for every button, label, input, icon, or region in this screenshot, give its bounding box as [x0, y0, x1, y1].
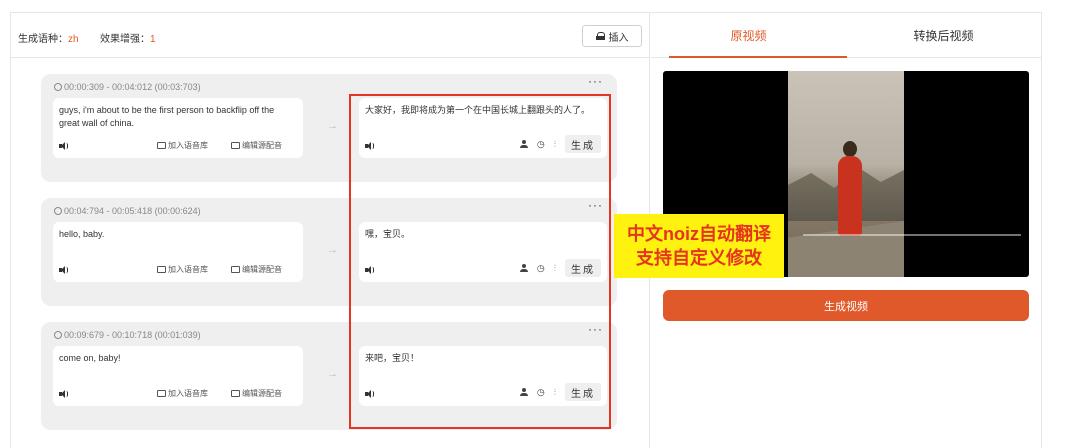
add-voice-library-button[interactable]: 加入语音库 [157, 264, 208, 275]
edit-dub-icon [231, 266, 240, 273]
voice-library-icon [157, 142, 166, 149]
editor-toolbar: 生成语种：zh 效果增强：1 插入 [10, 12, 650, 58]
source-text[interactable]: guys, i'm about to be the first person t… [59, 104, 295, 130]
edit-source-dub-label: 编辑源配音 [242, 265, 282, 274]
clock-icon [54, 331, 62, 339]
edit-dub-icon [231, 390, 240, 397]
annotation-callout: 中文noiz自动翻译 支持自定义修改 [614, 214, 784, 278]
enhance-value[interactable]: 1 [150, 34, 156, 45]
segment-time-text: 00:04:794 - 00:05:418 (00:00:624) [64, 206, 201, 216]
add-voice-library-button[interactable]: 加入语音库 [157, 388, 208, 399]
segment-time-text: 00:00:309 - 00:04:012 (00:03:703) [64, 82, 201, 92]
add-voice-library-label: 加入语音库 [168, 389, 208, 398]
enhance-setting: 效果增强：1 [100, 30, 156, 45]
person-figure [838, 156, 862, 236]
tab-original-video[interactable]: 原视频 [651, 12, 846, 58]
play-source-audio-icon[interactable] [59, 142, 69, 150]
source-text[interactable]: come on, baby! [59, 352, 295, 365]
video-progress-bar[interactable] [803, 234, 1021, 236]
clock-icon [54, 207, 62, 215]
insert-icon [595, 32, 606, 40]
segment-time: 00:09:679 - 00:10:718 (00:01:039) [54, 330, 201, 340]
voice-library-icon [157, 390, 166, 397]
add-voice-library-label: 加入语音库 [168, 265, 208, 274]
callout-line-2: 支持自定义修改 [636, 248, 762, 268]
segment-time-text: 00:09:679 - 00:10:718 (00:01:039) [64, 330, 201, 340]
callout-line-1: 中文noiz自动翻译 [627, 224, 771, 244]
insert-button[interactable]: 插入 [582, 25, 642, 47]
source-text-card: hello, baby. 加入语音库 编辑源配音 [53, 222, 303, 282]
language-value[interactable]: zh [68, 34, 79, 45]
segment-time: 00:04:794 - 00:05:418 (00:00:624) [54, 206, 201, 216]
edit-source-dub-button[interactable]: 编辑源配音 [231, 140, 282, 151]
clock-icon [54, 83, 62, 91]
tab-converted-video[interactable]: 转换后视频 [846, 12, 1041, 58]
source-text-card: guys, i'm about to be the first person t… [53, 98, 303, 158]
add-voice-library-label: 加入语音库 [168, 141, 208, 150]
translation-highlight-box [349, 94, 611, 429]
edit-source-dub-button[interactable]: 编辑源配音 [231, 264, 282, 275]
add-voice-library-button[interactable]: 加入语音库 [157, 140, 208, 151]
source-text[interactable]: hello, baby. [59, 228, 295, 241]
arrow-right-icon: → [327, 120, 338, 132]
language-setting: 生成语种：zh [18, 30, 79, 45]
source-text-card: come on, baby! 加入语音库 编辑源配音 [53, 346, 303, 406]
play-source-audio-icon[interactable] [59, 266, 69, 274]
insert-label: 插入 [608, 32, 629, 44]
segment-time: 00:00:309 - 00:04:012 (00:03:703) [54, 82, 201, 92]
voice-library-icon [157, 266, 166, 273]
active-tab-indicator [669, 56, 847, 58]
video-frame [788, 71, 904, 277]
edit-source-dub-button[interactable]: 编辑源配音 [231, 388, 282, 399]
edit-source-dub-label: 编辑源配音 [242, 141, 282, 150]
enhance-label: 效果增强： [100, 34, 150, 45]
edit-dub-icon [231, 142, 240, 149]
language-label: 生成语种： [18, 34, 68, 45]
more-menu-button[interactable]: ··· [588, 74, 603, 88]
person-head [843, 141, 857, 157]
generate-video-button[interactable]: 生成视频 [663, 290, 1029, 321]
play-source-audio-icon[interactable] [59, 390, 69, 398]
arrow-right-icon: → [327, 368, 338, 380]
arrow-right-icon: → [327, 244, 338, 256]
edit-source-dub-label: 编辑源配音 [242, 389, 282, 398]
